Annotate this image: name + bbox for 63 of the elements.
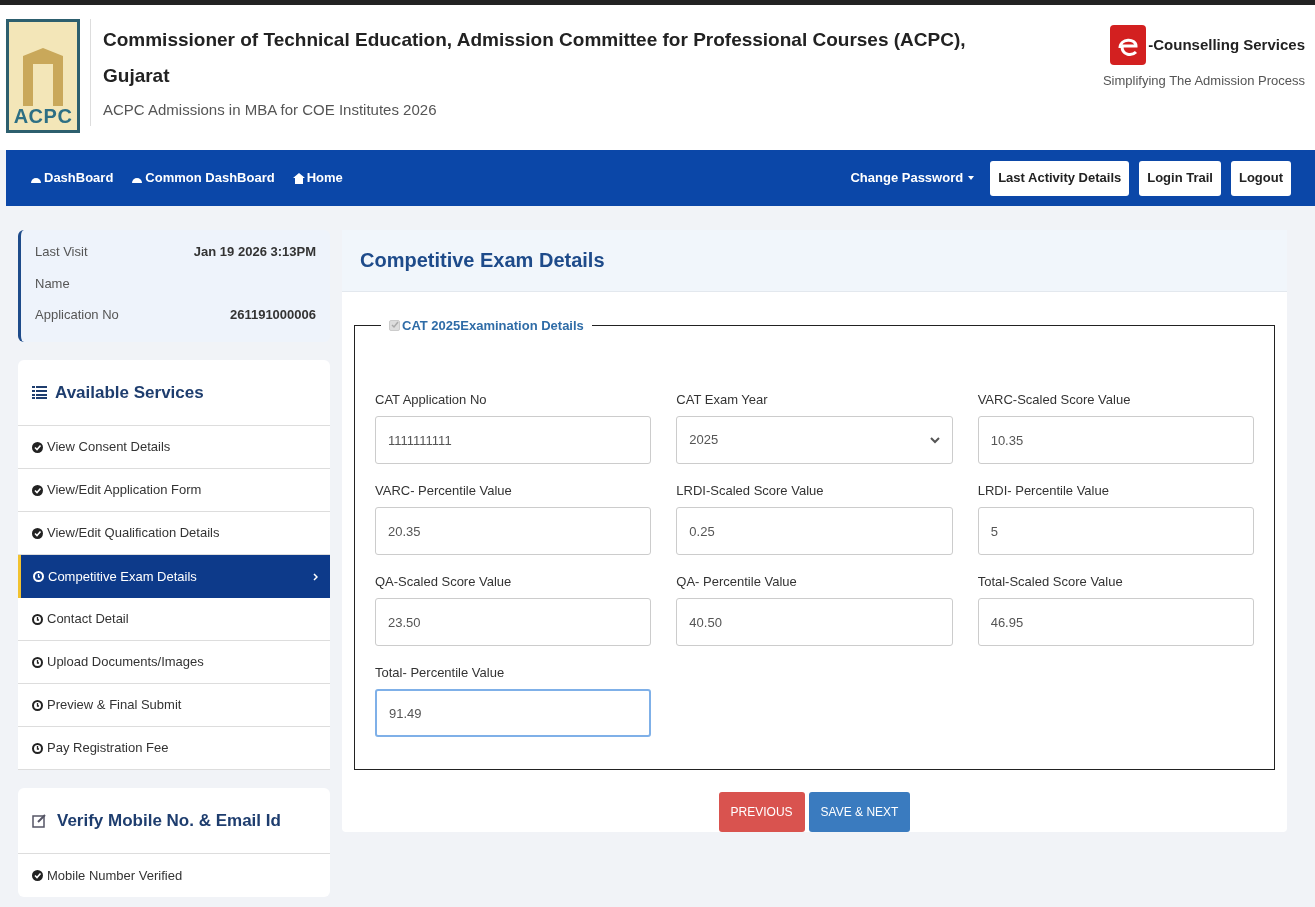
list-icon [32, 386, 47, 399]
fieldset-legend: CAT 2025Examination Details [402, 315, 584, 336]
form-button[interactable]: SAVE & NEXT [808, 792, 911, 832]
info-label: Name [35, 274, 70, 293]
header-subtitle: ACPC Admissions in MBA for COE Institutes 2026 [103, 100, 438, 120]
form-button[interactable]: PREVIOUS [718, 792, 805, 832]
logo-text: ACPC [13, 106, 73, 126]
field-label: Total-Scaled Score Value [977, 572, 1124, 591]
change-password-dropdown[interactable]: Change Password [850, 168, 964, 188]
verify-item: Mobile Number Verified [47, 866, 183, 885]
edit-icon [32, 813, 47, 828]
info-label: Application No [35, 306, 119, 324]
chevron-down-icon [929, 436, 940, 444]
field-label: LRDI- Percentile Value [977, 481, 1110, 500]
check-circle-icon [32, 527, 43, 539]
service-item[interactable]: Competitive Exam Details [18, 555, 330, 598]
chevron-right-icon [313, 572, 318, 581]
brand-tagline: Simplifying The Admission Process [1102, 72, 1305, 90]
input-field[interactable]: 23.50 [375, 598, 652, 647]
nav-button[interactable]: Logout [1230, 160, 1291, 196]
panel-title: Competitive Exam Details [360, 248, 605, 274]
clock-icon [32, 613, 43, 625]
input-field[interactable]: 91.49 [375, 689, 652, 738]
header-title: Gujarat [103, 64, 171, 88]
field-label: QA-Scaled Score Value [375, 572, 513, 591]
input-field[interactable]: 10.35 [977, 416, 1254, 465]
clock-icon [32, 699, 43, 711]
clock-icon [32, 656, 43, 668]
field-label: VARC- Percentile Value [375, 481, 513, 500]
services-title: Available Services [55, 381, 204, 404]
year-select[interactable]: 2025 [676, 416, 953, 465]
check-circle-icon [32, 870, 43, 881]
e-logo-icon [1110, 25, 1147, 65]
field-label: CAT Exam Year [676, 390, 769, 409]
field-label: CAT Application No [375, 390, 488, 409]
info-label: Last Visit [35, 243, 88, 261]
input-field[interactable]: 5 [977, 507, 1254, 556]
info-value: Jan 19 2026 3:13PM [193, 243, 316, 261]
checkbox[interactable] [389, 319, 400, 331]
brand-name: -Counselling Services [1148, 34, 1305, 55]
input-field[interactable]: 40.50 [676, 598, 953, 647]
info-value: 261191000006 [229, 306, 316, 324]
nav-link[interactable]: Common DashBoard [131, 168, 275, 188]
input-field[interactable]: 20.35 [375, 507, 652, 556]
input-field[interactable]: 46.95 [977, 598, 1254, 647]
nav-link[interactable]: DashBoard [30, 168, 114, 188]
verify-title: Verify Mobile No. & Email Id [57, 809, 281, 832]
input-field[interactable]: 1111111111 [375, 416, 652, 465]
header-title: Commissioner of Technical Education, Admission Committee for Professional Courses (ACPC), [103, 28, 967, 52]
check-circle-icon [32, 441, 43, 453]
clock-icon [33, 571, 44, 582]
input-field[interactable]: 0.25 [676, 507, 953, 556]
caret-icon [968, 176, 975, 180]
field-label: QA- Percentile Value [676, 572, 798, 591]
nav-button[interactable]: Last Activity Details [990, 160, 1130, 196]
check-circle-icon [32, 484, 43, 496]
nav-link[interactable]: Home [292, 168, 343, 188]
field-label: LRDI-Scaled Score Value [676, 481, 825, 500]
home-icon [292, 172, 305, 184]
clock-icon [32, 742, 43, 754]
field-label: Total- Percentile Value [375, 663, 506, 682]
nav-button[interactable]: Login Trail [1139, 160, 1221, 196]
field-label: VARC-Scaled Score Value [977, 390, 1132, 409]
